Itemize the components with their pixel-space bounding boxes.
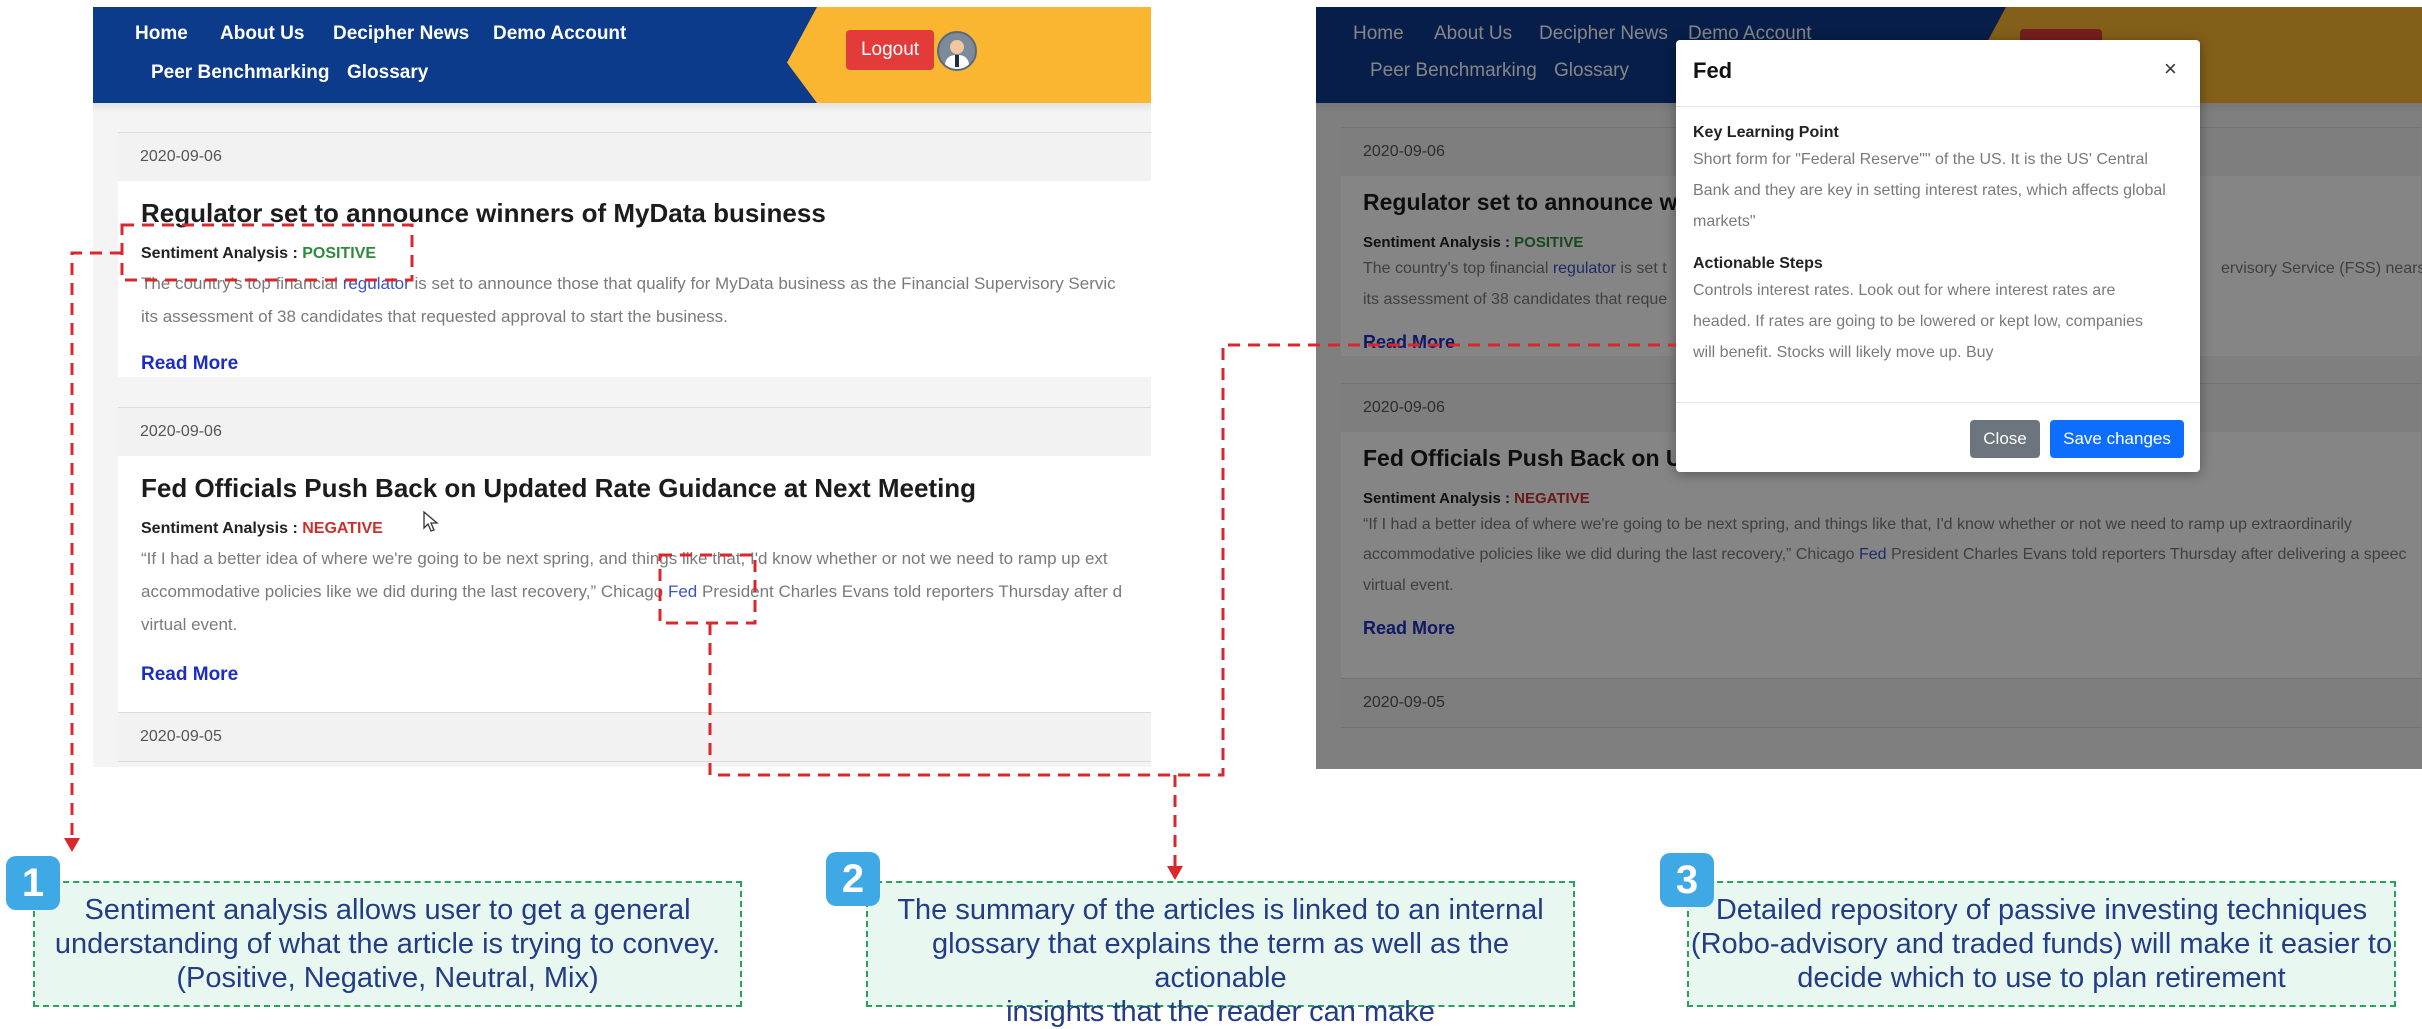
- callout-text-line: glossary that explains the term as well …: [931, 928, 1510, 994]
- connector-1: [70, 251, 122, 838]
- callout-1: Sentiment analysis allows user to get a …: [33, 881, 742, 1007]
- callout-text-line: Detailed repository of passive investing…: [1715, 894, 2368, 926]
- connector-2-to-modal: [708, 343, 1676, 777]
- callout-text-line: The summary of the articles is linked to…: [897, 894, 1544, 926]
- callout-2: The summary of the articles is linked to…: [866, 881, 1575, 1028]
- sentiment-highlight-box: [120, 223, 414, 282]
- callout-text-line: understanding of what the article is try…: [54, 928, 721, 960]
- callout-text-line: (Robo-advisory and traded funds) will ma…: [1690, 928, 2393, 960]
- callout-number-badge: 3: [1660, 853, 1714, 907]
- callout-text-line: decide which to use to plan retirement: [1797, 962, 2286, 994]
- annotation-connectors: [64, 223, 1676, 880]
- fed-link-highlight-box: [658, 553, 757, 625]
- callout-number-badge: 1: [6, 856, 60, 910]
- callout-3: Detailed repository of passive investing…: [1687, 881, 2396, 1007]
- callout-text-line: insights that the reader can make: [1006, 996, 1435, 1028]
- callout-text-line: (Positive, Negative, Neutral, Mix): [176, 962, 599, 994]
- callout-number-badge: 2: [826, 852, 880, 906]
- callout-text-line: Sentiment analysis allows user to get a …: [84, 894, 691, 926]
